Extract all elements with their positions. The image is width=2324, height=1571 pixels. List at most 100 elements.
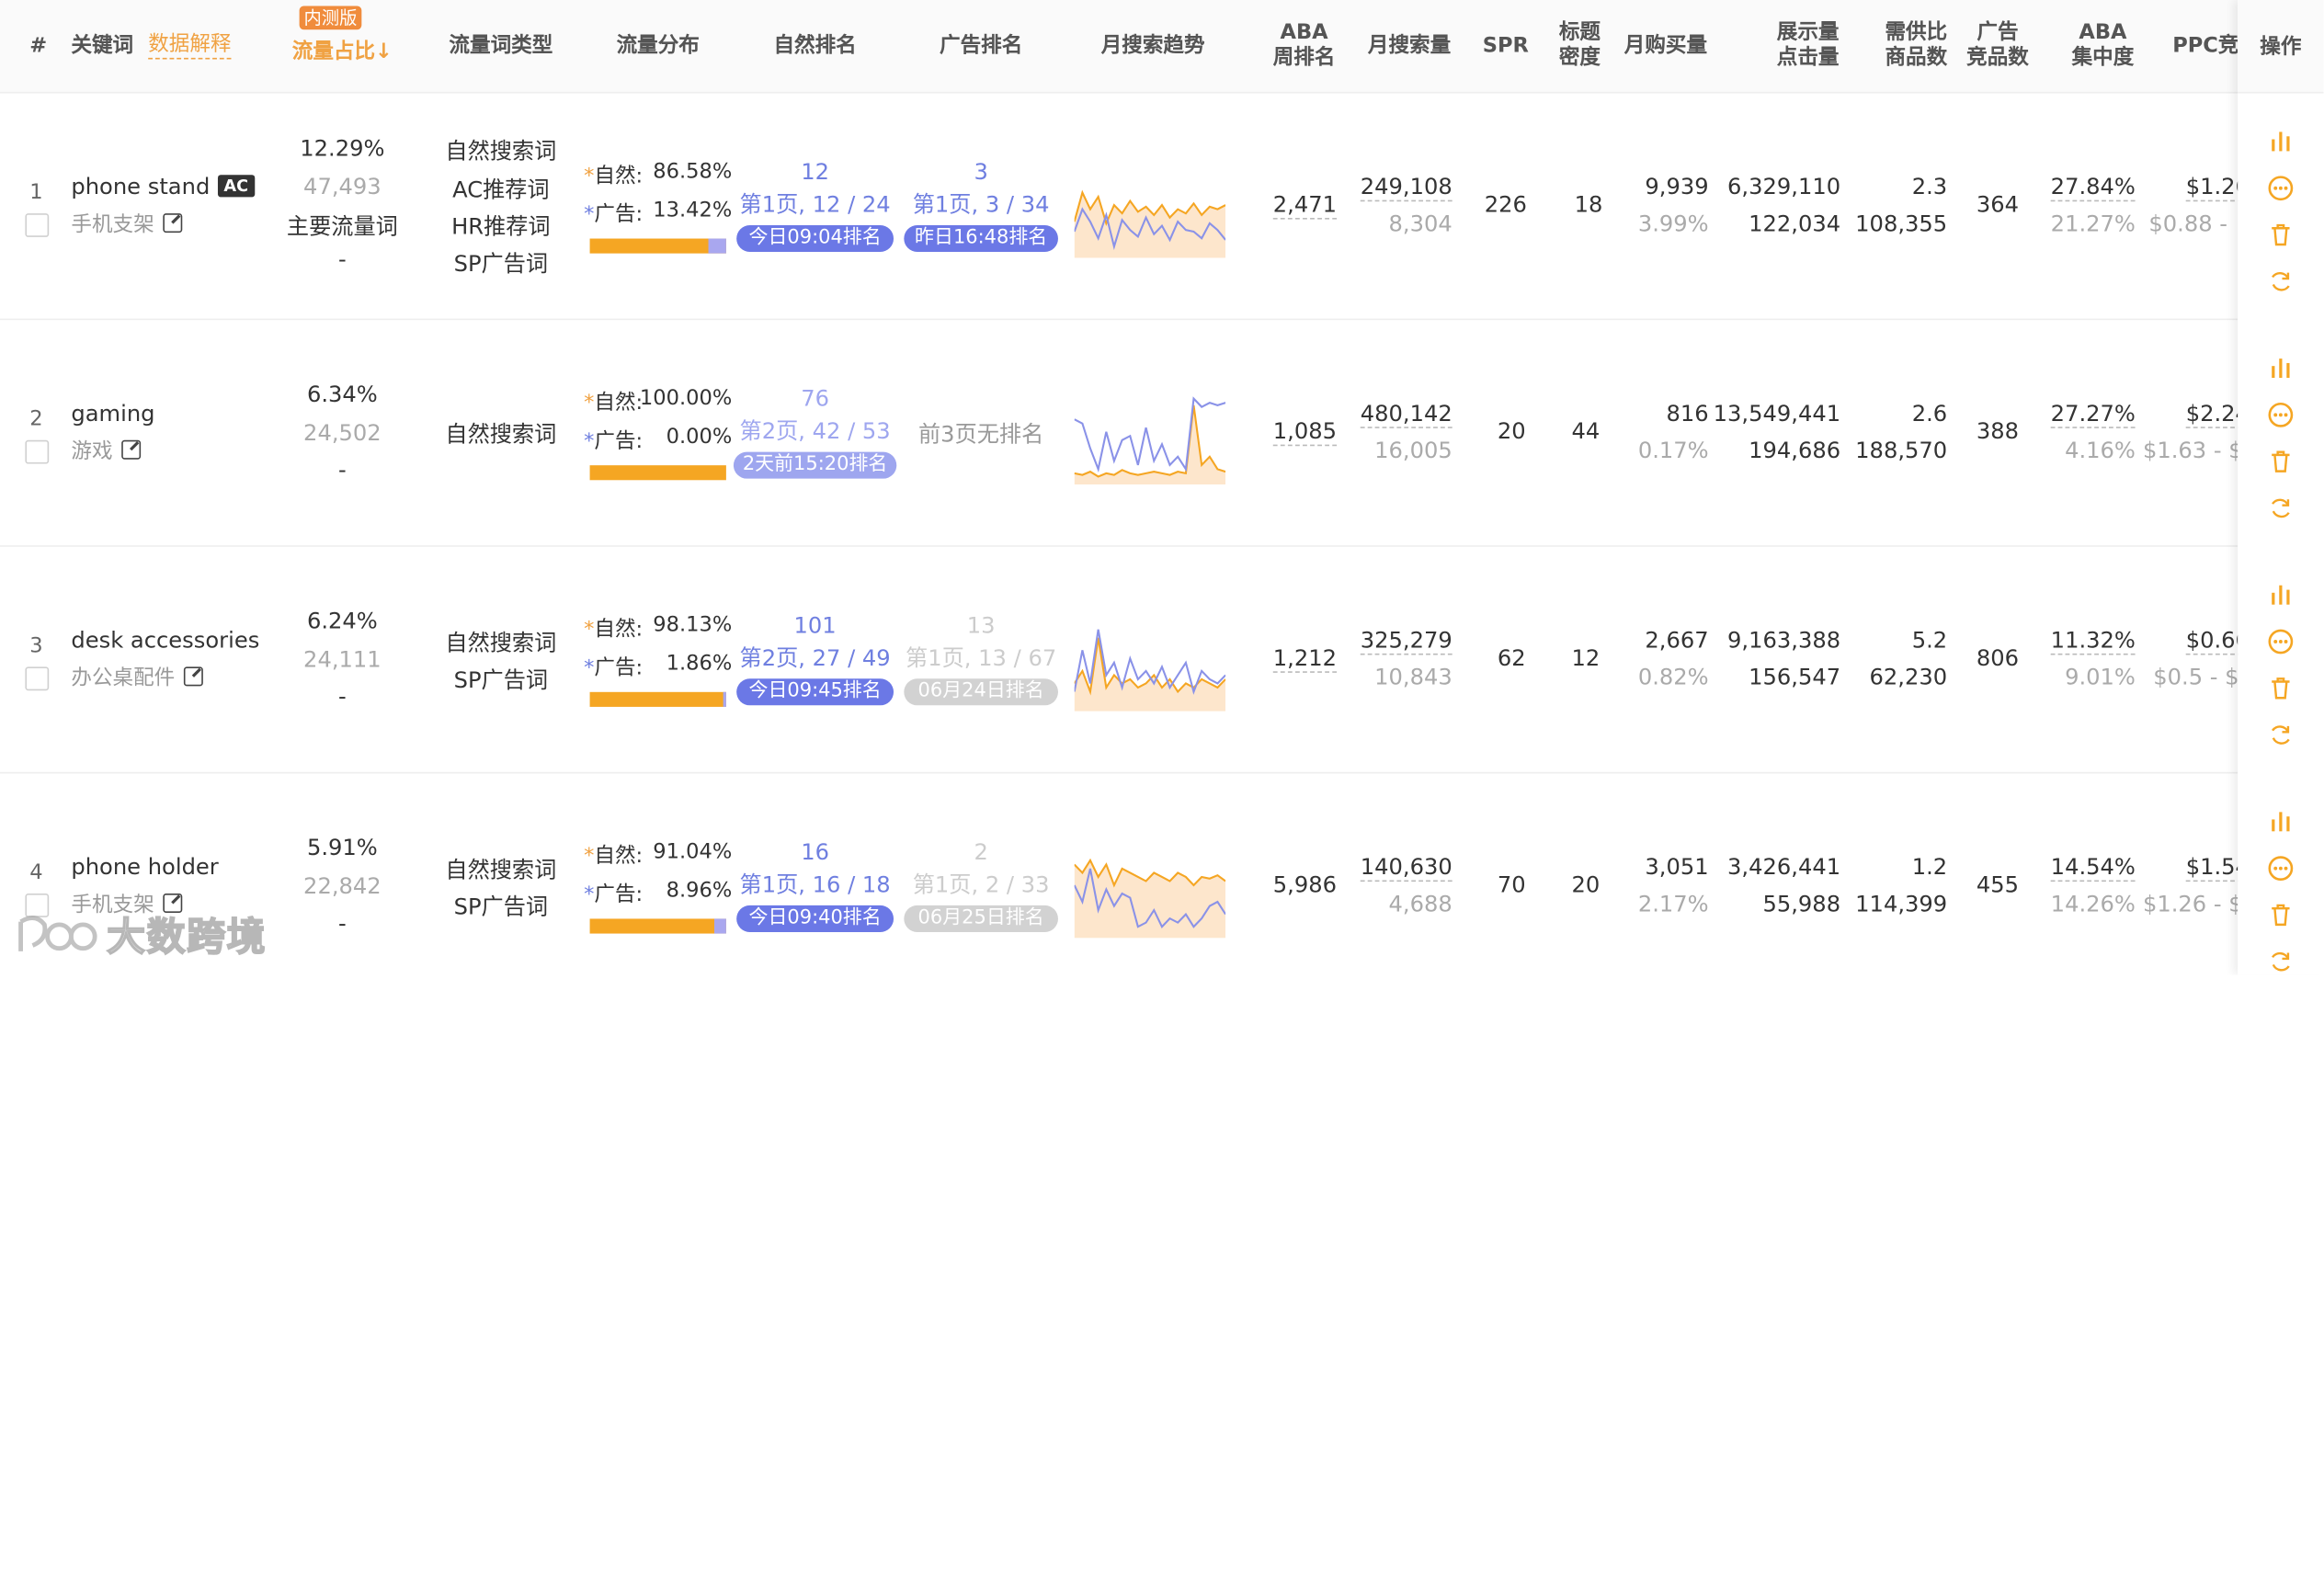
aba-rank[interactable]: 1,085 (1272, 418, 1338, 447)
impressions: 13,549,441 (1713, 400, 1841, 427)
aba-concentration[interactable]: 11.32% (2050, 627, 2136, 655)
table-row[interactable]: 3 desk accessories 办公桌配件 6.24% 24,111 - … (0, 545, 2250, 774)
col-traffic-dist[interactable]: 流量分布 (617, 0, 700, 92)
keyword-text[interactable]: phone stand (71, 174, 210, 200)
col-organic-rank[interactable]: 自然排名 (773, 0, 856, 92)
traffic-bar-ad (713, 918, 726, 934)
ad-page: 第1页, 3 / 34 (912, 190, 1050, 218)
col-abaconc-line1: ABA (2079, 20, 2127, 45)
ad-rank[interactable]: 2 (974, 838, 987, 865)
chart-icon[interactable] (2267, 354, 2294, 381)
organic-label: 自然: (594, 844, 644, 869)
organic-share: *自然: (584, 164, 644, 188)
table-row[interactable]: 2 gaming 游戏 6.34% 24,502 - 自然搜索词 *自然: 10… (0, 319, 2250, 547)
ad-page: 第1页, 13 / 67 (906, 644, 1057, 672)
col-impr-line2: 点击量 (1776, 45, 1840, 70)
chart-icon[interactable] (2267, 128, 2294, 154)
traffic-bar (589, 918, 726, 934)
keyword-text[interactable]: phone holder (71, 854, 218, 881)
refresh-icon[interactable] (2267, 948, 2294, 974)
col-ppc[interactable]: PPC竞 (2172, 0, 2239, 92)
chart-icon[interactable] (2267, 808, 2294, 835)
refresh-icon[interactable] (2267, 721, 2294, 747)
refresh-icon[interactable] (2267, 495, 2294, 521)
more-icon[interactable] (2267, 401, 2294, 427)
supply-ratio: 5.2 (1911, 626, 1948, 654)
trend-sparkline[interactable] (1074, 846, 1226, 939)
organic-rank[interactable]: 16 (801, 838, 829, 865)
col-traffic-type[interactable]: 流量词类型 (449, 0, 553, 92)
aba-concentration-sub: 14.26% (2050, 890, 2136, 917)
organic-page: 第2页, 42 / 53 (739, 417, 891, 445)
col-impressions-clicks[interactable]: 展示量 点击量 (1777, 0, 1840, 92)
trend-sparkline[interactable] (1074, 620, 1226, 712)
col-monthly-search[interactable]: 月搜索量 (1368, 0, 1451, 92)
keyword-text[interactable]: gaming (71, 400, 154, 427)
aba-rank[interactable]: 5,986 (1273, 871, 1337, 898)
trend-sparkline[interactable] (1074, 393, 1226, 485)
ad-rank[interactable]: 13 (967, 612, 996, 639)
organic-rank[interactable]: 76 (801, 385, 829, 412)
keyword-translation-text: 办公桌配件 (71, 666, 176, 691)
table-row[interactable]: 1 phone stand AC 手机支架 12.29% 47,493 主要流量… (0, 92, 2250, 321)
table-header: # 关键词 数据解释 内测版 流量占比↓ 流量词类型 流量分布 自然排名 广告排… (0, 0, 2324, 94)
row-checkbox[interactable] (25, 666, 50, 691)
share-extra: - (338, 683, 347, 711)
trend-line-blue (1074, 396, 1226, 473)
trash-icon[interactable] (2267, 674, 2294, 700)
col-monthly-purchase[interactable]: 月购买量 (1624, 0, 1707, 92)
col-spr[interactable]: SPR (1483, 0, 1529, 92)
col-adcomp-line1: 广告 (1977, 20, 2019, 45)
table-row[interactable]: 4 phone holder 手机支架 5.91% 22,842 - 自然搜索词… (0, 772, 2250, 975)
ppc-range: $0.88 - (2148, 210, 2228, 237)
monthly-search[interactable]: 325,279 (1360, 627, 1452, 655)
more-icon[interactable] (2267, 854, 2294, 881)
ad-time-pill: 06月25日排名 (904, 905, 1058, 932)
aba-rank[interactable]: 1,212 (1272, 644, 1338, 673)
trash-icon[interactable] (2267, 448, 2294, 474)
row-checkbox[interactable] (25, 213, 50, 237)
data-explain-link[interactable]: 数据解释 (148, 32, 232, 60)
traffic-type: 自然搜索词 (445, 420, 557, 448)
monthly-search[interactable]: 480,142 (1360, 400, 1452, 428)
edit-icon[interactable] (183, 666, 203, 687)
organic-time-pill: 今日09:40排名 (736, 905, 894, 932)
col-ad-competitors[interactable]: 广告 竞品数 (1966, 0, 2029, 92)
col-traffic-share[interactable]: 流量占比↓ (292, 6, 393, 97)
trash-icon[interactable] (2267, 221, 2294, 247)
col-title-density-line2: 密度 (1558, 45, 1601, 70)
aba-rank[interactable]: 2,471 (1272, 191, 1338, 220)
chart-icon[interactable] (2267, 581, 2294, 608)
title-density: 18 (1574, 190, 1603, 218)
col-ad-rank[interactable]: 广告排名 (940, 0, 1022, 92)
monthly-search[interactable]: 249,108 (1360, 174, 1452, 202)
traffic-bar-ad (723, 691, 726, 707)
ad-competitors: 364 (1976, 190, 2020, 218)
edit-icon[interactable] (163, 213, 183, 233)
col-aba-concentration[interactable]: ABA 集中度 (2072, 0, 2135, 92)
aba-concentration[interactable]: 14.54% (2050, 854, 2136, 882)
organic-rank[interactable]: 101 (794, 612, 837, 639)
col-monthly-trend[interactable]: 月搜索趋势 (1101, 0, 1205, 92)
row-checkbox[interactable] (25, 439, 50, 464)
aba-concentration[interactable]: 27.84% (2050, 174, 2136, 202)
trend-sparkline[interactable] (1074, 166, 1226, 258)
monthly-search-sub: 4,688 (1388, 890, 1452, 917)
clicks: 156,547 (1749, 664, 1841, 691)
ad-rank[interactable]: 3 (974, 158, 987, 185)
edit-icon[interactable] (121, 439, 142, 460)
supply-ratio: 2.6 (1911, 400, 1948, 427)
more-icon[interactable] (2267, 174, 2294, 200)
col-title-density[interactable]: 标题 密度 (1559, 0, 1601, 92)
refresh-icon[interactable] (2267, 268, 2294, 294)
col-aba-rank[interactable]: ABA 周排名 (1273, 0, 1336, 92)
more-icon[interactable] (2267, 628, 2294, 655)
aba-concentration[interactable]: 27.27% (2050, 400, 2136, 428)
col-supply-ratio[interactable]: 需供比 商品数 (1885, 0, 1947, 92)
monthly-search[interactable]: 140,630 (1360, 854, 1452, 882)
keyword-text[interactable]: desk accessories (71, 627, 259, 654)
ad-label: 广告: (594, 882, 644, 907)
col-keyword-label[interactable]: 关键词 (71, 33, 133, 58)
trash-icon[interactable] (2267, 901, 2294, 928)
organic-rank[interactable]: 12 (801, 158, 829, 185)
